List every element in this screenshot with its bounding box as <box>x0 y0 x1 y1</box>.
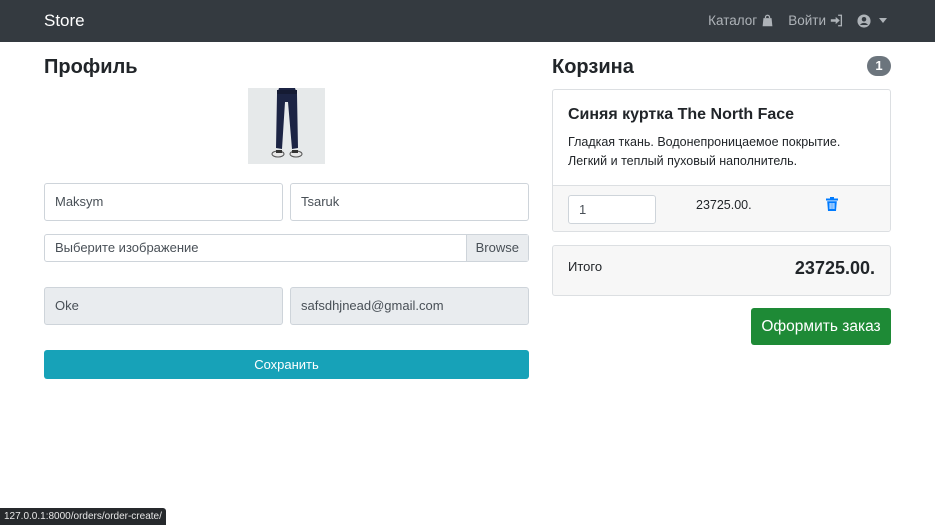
login-label: Войти <box>788 13 826 28</box>
checkout-button[interactable]: Оформить заказ <box>751 308 891 345</box>
shopping-bag-icon <box>762 14 773 27</box>
cart-item-card: Синяя куртка The North Face Гладкая ткан… <box>552 89 891 232</box>
cart-item-description: Гладкая ткань. Водонепроницаемое покрыти… <box>568 135 841 168</box>
catalog-link[interactable]: Каталог <box>708 13 774 28</box>
sign-in-icon <box>830 14 843 27</box>
cart-total-box: Итого 23725.00. <box>552 245 891 296</box>
profile-title: Профиль <box>44 56 138 78</box>
browse-button[interactable]: Browse <box>465 235 528 261</box>
save-button[interactable]: Сохранить <box>44 350 529 379</box>
cart-item-footer: 1 23725.00. <box>553 185 890 231</box>
file-input-placeholder: Выберите изображение <box>55 240 199 255</box>
quantity-input[interactable]: 1 <box>568 195 656 224</box>
navbar-right: Каталог Войти <box>708 13 887 28</box>
cart-count-badge: 1 <box>867 56 891 76</box>
total-label: Итого <box>568 259 603 274</box>
brand-link[interactable]: Store <box>44 11 85 31</box>
image-file-input[interactable]: Выберите изображение Browse <box>44 234 529 262</box>
last-name-field[interactable]: Tsaruk <box>290 183 529 221</box>
cart-title: Корзина <box>552 56 634 78</box>
username-field: Oke <box>44 287 283 325</box>
total-value: 23725.00. <box>794 258 875 278</box>
trash-icon[interactable] <box>826 197 838 216</box>
top-navbar: Store Каталог Войти <box>0 0 935 42</box>
catalog-label: Каталог <box>708 13 758 28</box>
email-field: safsdhjnead@gmail.com <box>290 287 529 325</box>
user-circle-icon <box>857 13 871 28</box>
status-bar-url: 127.0.0.1:8000/orders/order-create/ <box>0 508 166 525</box>
cart-item-price: 23725.00. <box>696 198 752 212</box>
login-link[interactable]: Войти <box>788 13 843 28</box>
cart-item-name: Синяя куртка The North Face <box>568 106 795 123</box>
user-menu-toggle[interactable] <box>857 13 887 28</box>
profile-image <box>248 88 325 164</box>
chevron-down-icon <box>879 18 887 23</box>
first-name-field[interactable]: Maksym <box>44 183 283 221</box>
